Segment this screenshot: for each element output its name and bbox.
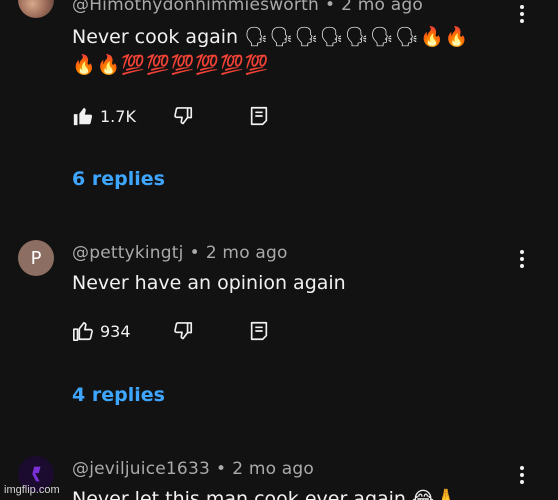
more-vert-icon[interactable] xyxy=(512,464,532,486)
comment-author[interactable]: @jeviljuice1633 xyxy=(72,459,210,479)
avatar[interactable]: P xyxy=(18,240,54,276)
comment-emojis-line2: 🔥🔥💯💯💯💯💯💯 xyxy=(72,54,270,76)
comment-time[interactable]: 2 mo ago xyxy=(232,459,314,479)
comment-emojis-line1: 🗣🗣🗣🗣🗣🗣🗣🔥🔥 xyxy=(244,26,470,48)
meta-separator: • xyxy=(189,243,200,263)
meta-separator: • xyxy=(324,0,336,15)
channel-logo-icon xyxy=(30,466,41,482)
comment-text: Never cook again 🗣🗣🗣🗣🗣🗣🗣🔥🔥 xyxy=(72,24,469,51)
reply-icon[interactable] xyxy=(248,320,270,342)
thumbs-down-icon[interactable] xyxy=(172,105,194,127)
like-count: 934 xyxy=(100,321,131,341)
thumbs-up-icon[interactable] xyxy=(72,105,94,127)
comment-text-body: Never cook again xyxy=(72,26,239,48)
meta-separator: • xyxy=(215,459,227,479)
comment-time[interactable]: 2 mo ago xyxy=(341,0,423,15)
more-vert-icon[interactable] xyxy=(512,248,532,270)
comment-text: Never have an opinion again xyxy=(72,272,346,294)
thumbs-up-icon[interactable] xyxy=(72,320,94,342)
comment-trailing-emojis: 😂🙏 xyxy=(412,488,458,500)
comment-actions: 934 xyxy=(72,318,270,344)
view-replies-link[interactable]: 4 replies xyxy=(72,384,165,406)
comment-text: Never let this man cook ever again 😂🙏 xyxy=(72,486,458,500)
comment-text-body: Never let this man cook ever again xyxy=(72,488,406,500)
comment-author[interactable]: @Himothydonhimmiesworth xyxy=(72,0,319,15)
comment-meta: @jeviljuice1633 • 2 mo ago xyxy=(72,459,314,479)
view-replies-link[interactable]: 6 replies xyxy=(72,168,165,190)
reply-icon[interactable] xyxy=(248,105,270,127)
more-vert-icon[interactable] xyxy=(512,3,532,25)
like-count: 1.7K xyxy=(100,106,136,126)
thumbs-down-icon[interactable] xyxy=(172,320,194,342)
avatar-letter: P xyxy=(30,247,42,269)
comment-time[interactable]: 2 mo ago xyxy=(206,243,288,263)
comment-meta: @pettykingtj • 2 mo ago xyxy=(72,243,288,263)
avatar[interactable] xyxy=(18,0,54,18)
comment-actions: 1.7K xyxy=(72,103,270,129)
comment-author[interactable]: @pettykingtj xyxy=(72,243,184,263)
comment-meta: @Himothydonhimmiesworth • 2 mo ago xyxy=(72,0,423,15)
watermark: imgflip.com xyxy=(4,484,60,496)
